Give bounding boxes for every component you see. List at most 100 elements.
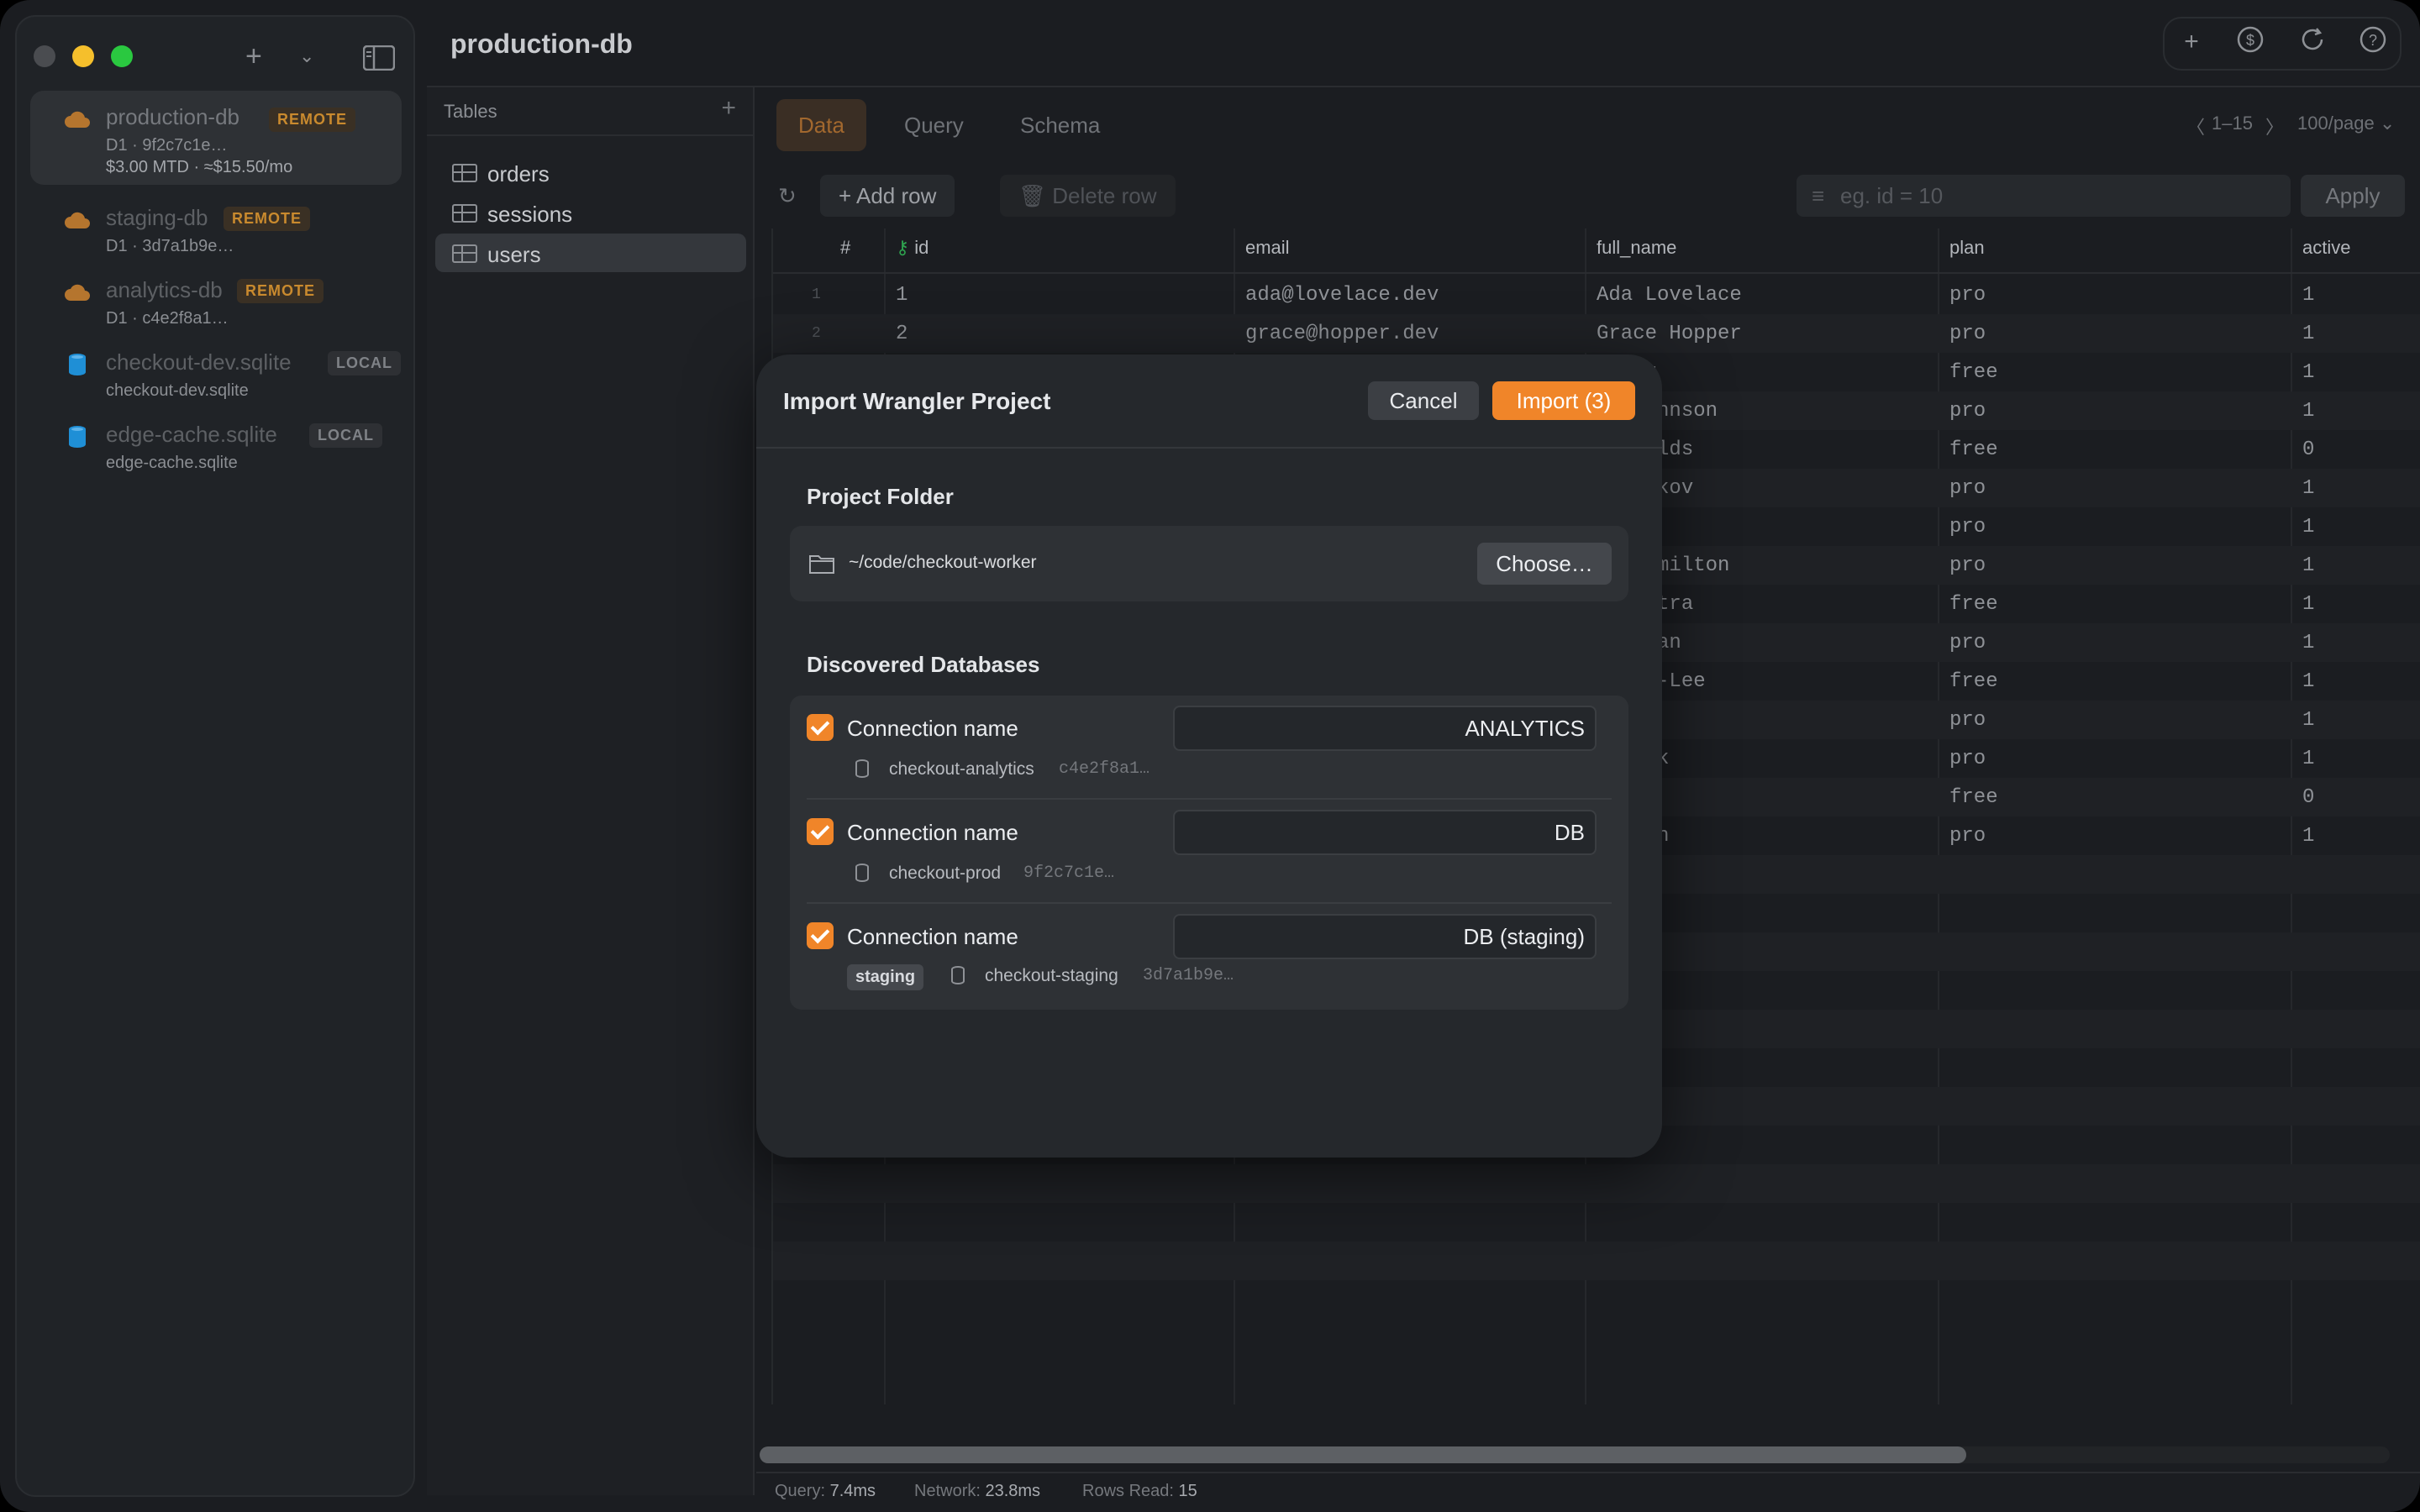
chevron-down-icon[interactable]: ⌄ (299, 42, 314, 71)
maximize-window-button[interactable] (111, 45, 133, 67)
add-icon[interactable]: + (2175, 25, 2208, 59)
connection-subtitle: checkout-dev.sqlite (106, 381, 249, 400)
column-header-rownum: # (840, 237, 851, 258)
cell-plan: free (1949, 593, 1998, 616)
horizontal-scrollbar[interactable] (760, 1446, 1966, 1463)
cell-plan: pro (1949, 748, 1986, 770)
connection-subtitle: D1 · c4e2f8a1… (106, 309, 229, 328)
column-header-id[interactable]: ⚷ id (896, 237, 929, 259)
connection-item-analytics-db[interactable]: analytics-db REMOTE D1 · c4e2f8a1… (30, 264, 402, 331)
table-row[interactable]: 1 1 ada@lovelace.dev Ada Lovelace pro 1 (773, 276, 2420, 314)
per-page-select[interactable]: 100/page ⌄ (2297, 113, 2395, 134)
status-value: 15 (1178, 1482, 1197, 1500)
cell-active: 1 (2302, 361, 2315, 384)
table-icon (452, 164, 477, 182)
table-name: orders (487, 161, 550, 186)
table-item-users[interactable]: users (435, 234, 746, 272)
include-checkbox[interactable] (807, 922, 834, 949)
sidebar-toggle-icon[interactable] (362, 45, 396, 76)
choose-folder-button[interactable]: Choose… (1477, 543, 1612, 585)
divider (427, 134, 753, 136)
divider (773, 272, 2420, 274)
cell-plan: pro (1949, 400, 1986, 423)
row-number: 1 (812, 286, 821, 303)
connection-name-label: Connection name (847, 820, 1018, 845)
cell-full-name: Grace Hopper (1597, 323, 1742, 345)
help-icon[interactable]: ? (2356, 25, 2390, 59)
tab-schema[interactable]: Schema (998, 99, 1122, 151)
refresh-icon[interactable] (2296, 25, 2329, 59)
include-checkbox[interactable] (807, 818, 834, 845)
next-page-icon[interactable]: 〉 (2265, 113, 2284, 139)
database-id: 9f2c7c1e… (1023, 864, 1115, 883)
divider (756, 1472, 2420, 1473)
cell-active: 1 (2302, 632, 2315, 654)
empty-row (773, 1203, 2420, 1242)
database-name: checkout-analytics (889, 759, 1034, 779)
close-window-button[interactable] (34, 45, 55, 67)
environment-tag: staging (847, 964, 924, 990)
status-value: 23.8ms (985, 1482, 1041, 1500)
include-checkbox[interactable] (807, 714, 834, 741)
refresh-data-icon[interactable]: ↻ (770, 175, 805, 217)
connection-item-checkout-dev[interactable]: checkout-dev.sqlite LOCAL checkout-dev.s… (30, 336, 402, 403)
cell-email: ada@lovelace.dev (1245, 284, 1439, 307)
delete-row-button[interactable]: 🗑 Delete row (1000, 175, 1176, 217)
database-row: Connection name DB (staging) staging che… (790, 904, 1628, 1008)
connection-name: staging-db (106, 205, 208, 230)
column-header-email[interactable]: email (1245, 237, 1290, 259)
connection-item-edge-cache[interactable]: edge-cache.sqlite LOCAL edge-cache.sqlit… (30, 408, 402, 475)
connection-name-label: Connection name (847, 924, 1018, 949)
connection-name-input[interactable]: ANALYTICS (1173, 706, 1597, 751)
connection-item-production-db[interactable]: production-db REMOTE D1 · 9f2c7c1e… $3.0… (30, 91, 402, 185)
tab-query[interactable]: Query (882, 99, 986, 151)
connection-item-staging-db[interactable]: staging-db REMOTE D1 · 3d7a1b9e… (30, 192, 402, 259)
column-header-plan[interactable]: plan (1949, 237, 1985, 259)
remote-badge: REMOTE (224, 207, 311, 231)
local-badge: LOCAL (328, 351, 401, 375)
per-page-value: 100/page (2297, 113, 2375, 134)
add-connection-icon[interactable]: + (245, 42, 262, 71)
connection-name-input[interactable]: DB (staging) (1173, 914, 1597, 959)
table-item-sessions[interactable]: sessions (435, 193, 746, 232)
empty-row (773, 1164, 2420, 1203)
prev-page-icon[interactable]: 〈 (2186, 113, 2205, 139)
billing-icon[interactable]: $ (2233, 25, 2267, 59)
cell-plan: pro (1949, 323, 1986, 345)
minimize-window-button[interactable] (72, 45, 94, 67)
connection-subtitle: D1 · 3d7a1b9e… (106, 237, 234, 255)
connection-name: edge-cache.sqlite (106, 422, 277, 447)
cell-active: 1 (2302, 284, 2315, 307)
column-header-active[interactable]: active (2302, 237, 2350, 259)
filter-input[interactable]: ≡ eg. id = 10 (1797, 175, 2291, 217)
folder-path: ~/code/checkout-worker (849, 553, 1037, 572)
cell-active: 1 (2302, 709, 2315, 732)
database-icon (951, 966, 965, 984)
status-value: 7.4ms (829, 1482, 876, 1500)
cloud-icon (65, 284, 90, 301)
window-title: production-db (450, 29, 633, 59)
cell-active: 1 (2302, 748, 2315, 770)
key-icon: ⚷ (896, 237, 910, 258)
status-label: Network: (914, 1482, 981, 1500)
table-row[interactable]: 2 2 grace@hopper.dev Grace Hopper pro 1 (773, 314, 2420, 353)
add-row-button[interactable]: + Add row (820, 175, 955, 217)
project-folder-field: ~/code/checkout-worker Choose… (790, 526, 1628, 601)
cell-id: 1 (896, 284, 908, 307)
column-header-full-name[interactable]: full_name (1597, 237, 1676, 259)
apply-button[interactable]: Apply (2301, 175, 2405, 217)
connection-name-input[interactable]: DB (1173, 810, 1597, 855)
cell-active: 1 (2302, 516, 2315, 538)
table-item-orders[interactable]: orders (435, 153, 746, 192)
cell-full-name: Ada Lovelace (1597, 284, 1742, 307)
add-table-icon[interactable]: + (721, 94, 736, 123)
database-name: checkout-prod (889, 864, 1002, 883)
cell-active: 1 (2302, 593, 2315, 616)
divider (756, 447, 1662, 449)
import-button[interactable]: Import (3) (1492, 381, 1635, 420)
tables-header: Tables (444, 101, 497, 122)
tab-data[interactable]: Data (776, 99, 866, 151)
cancel-button[interactable]: Cancel (1368, 381, 1479, 420)
cell-id: 2 (896, 323, 908, 345)
svg-text:?: ? (2369, 32, 2377, 49)
